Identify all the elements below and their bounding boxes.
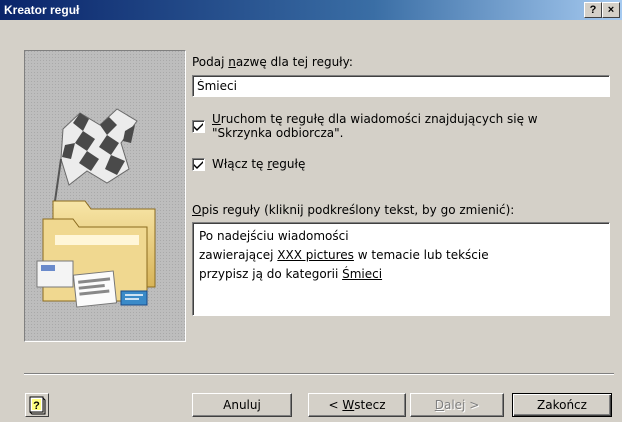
button-divider <box>24 373 614 375</box>
rule-name-label-text: Podaj <box>192 55 229 69</box>
run-rule-label-line2: "Skrzynka odbiorcza". <box>212 126 344 140</box>
next-button[interactable]: Dalej > <box>410 393 504 417</box>
enable-rule-label-text-end: egułę <box>271 157 306 171</box>
rule-description-label-text: pis reguły (kliknij podkreślony tekst, b… <box>201 203 515 217</box>
rule-name-label: Podaj nazwę dla tej reguły: <box>192 55 353 69</box>
next-button-accel: D <box>434 398 444 412</box>
back-button[interactable]: < Wstecz <box>308 393 406 417</box>
finish-button[interactable]: Zakończ <box>512 393 612 417</box>
rule-description-label: Opis reguły (kliknij podkreślony tekst, … <box>192 203 514 217</box>
window-title: Kreator reguł <box>4 3 80 17</box>
description-line-3-text: przypisz ją do kategorii <box>199 267 343 281</box>
description-line-2: zawierającej XXX pictures w temacie lub … <box>199 246 603 265</box>
title-bar[interactable]: Kreator reguł ? × <box>0 0 622 20</box>
back-button-accel: W <box>342 398 355 412</box>
category-link[interactable]: Śmieci <box>342 267 382 281</box>
rule-name-label-text-end: azwę dla tej reguły: <box>235 55 353 69</box>
next-button-text: alej > <box>443 398 480 412</box>
back-button-text: stecz <box>354 398 386 412</box>
checkmark-icon <box>194 161 203 169</box>
run-rule-label-line1: ruchom tę regułę dla wiadomości znajdują… <box>220 112 538 126</box>
enable-rule-label[interactable]: Włącz tę regułę <box>212 157 305 171</box>
title-close-button[interactable]: × <box>602 2 620 18</box>
description-line-3: przypisz ją do kategorii Śmieci <box>199 265 603 284</box>
rule-name-label-accel: n <box>228 55 236 69</box>
description-line-2-text-end: w temacie lub tekście <box>353 248 489 262</box>
enable-rule-label-text: Włącz tę <box>212 157 268 171</box>
description-line-2-text: zawierającej <box>199 248 278 262</box>
title-help-button[interactable]: ? <box>584 2 602 18</box>
rule-description-box[interactable]: Po nadejściu wiadomości zawierającej XXX… <box>192 222 610 316</box>
enable-rule-checkbox[interactable] <box>192 158 205 171</box>
help-button[interactable]: ? <box>25 393 49 417</box>
checkmark-icon <box>194 123 203 131</box>
wizard-illustration <box>24 50 186 342</box>
help-icon: ? <box>29 396 46 415</box>
rule-name-input[interactable] <box>192 75 610 97</box>
cancel-button[interactable]: Anuluj <box>192 393 292 417</box>
run-rule-label-accel: U <box>212 112 221 126</box>
run-rule-label[interactable]: Uruchom tę regułę dla wiadomości znajduj… <box>212 112 538 140</box>
keywords-link[interactable]: XXX pictures <box>277 248 354 262</box>
rules-wizard-image <box>25 51 185 341</box>
run-rule-checkbox[interactable] <box>192 120 205 133</box>
description-line-1: Po nadejściu wiadomości <box>199 229 349 243</box>
svg-text:?: ? <box>33 400 40 412</box>
back-button-prefix: < <box>328 398 343 412</box>
